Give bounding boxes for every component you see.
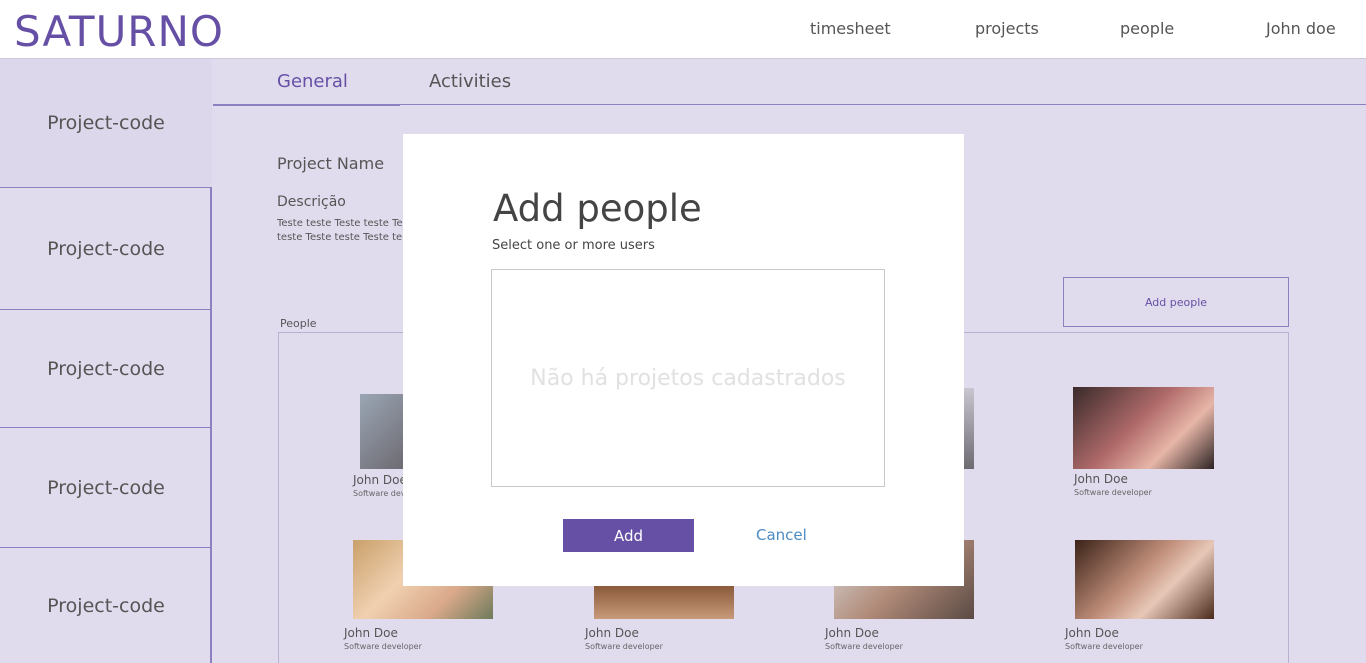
person-name: John Doe — [1074, 472, 1128, 486]
dialog-subtitle: Select one or more users — [492, 238, 655, 253]
description-label: Descrição — [277, 194, 346, 210]
avatar — [963, 388, 974, 469]
tab-bar: General Activities — [213, 59, 1366, 106]
person-role: Software developer — [1074, 488, 1152, 497]
add-button[interactable]: Add — [563, 519, 694, 552]
project-name-label: Project Name — [277, 154, 385, 173]
sidebar-item-label: Project-code — [47, 357, 165, 380]
dialog-title: Add people — [493, 187, 702, 230]
add-people-dialog: Add people Select one or more users Não … — [403, 134, 964, 586]
person-name: John Doe — [825, 626, 879, 640]
avatar — [1073, 387, 1214, 469]
avatar — [360, 394, 404, 469]
top-header: SATURNO timesheet projects people John d… — [0, 0, 1366, 59]
sidebar-item-label: Project-code — [47, 594, 165, 617]
nav-user-menu[interactable]: John doe — [1266, 19, 1336, 38]
nav-projects[interactable]: projects — [975, 19, 1039, 38]
empty-state-text: Não há projetos cadastrados — [530, 365, 846, 391]
description-text: Teste teste Teste teste Te teste Teste t… — [277, 217, 407, 245]
people-section-label: People — [280, 317, 317, 330]
avatar — [594, 586, 734, 619]
description-line: Teste teste Teste teste Te — [277, 218, 403, 229]
person-role: Software developer — [1065, 642, 1143, 651]
sidebar-item-project[interactable]: Project-code — [0, 188, 212, 310]
description-line: teste Teste teste Teste te — [277, 232, 403, 243]
sidebar-item-project[interactable]: Project-code — [0, 548, 212, 663]
person-role: Software developer — [344, 642, 422, 651]
person-name: John Doe — [585, 626, 639, 640]
person-name: John Doe — [353, 473, 407, 487]
sidebar-item-label: Project-code — [47, 476, 165, 499]
person-name: John Doe — [344, 626, 398, 640]
active-tab-indicator — [213, 104, 400, 106]
nav-people[interactable]: people — [1120, 19, 1174, 38]
project-sidebar: Project-code Project-code Project-code P… — [0, 59, 212, 663]
person-role: Software developer — [585, 642, 663, 651]
sidebar-item-project[interactable]: Project-code — [0, 310, 212, 428]
cancel-button[interactable]: Cancel — [756, 526, 807, 544]
sidebar-item-project[interactable]: Project-code — [0, 428, 212, 548]
user-select-list[interactable]: Não há projetos cadastrados — [491, 269, 885, 487]
person-role: Software developer — [825, 642, 903, 651]
tab-activities[interactable]: Activities — [429, 71, 511, 92]
avatar — [1075, 540, 1214, 619]
sidebar-item-label: Project-code — [47, 112, 165, 134]
logo[interactable]: SATURNO — [14, 6, 224, 58]
sidebar-item-project[interactable]: Project-code — [0, 59, 212, 188]
tab-general[interactable]: General — [277, 71, 348, 92]
add-people-button[interactable]: Add people — [1063, 277, 1289, 327]
sidebar-item-label: Project-code — [47, 237, 165, 260]
person-name: John Doe — [1065, 626, 1119, 640]
nav-timesheet[interactable]: timesheet — [810, 19, 891, 38]
